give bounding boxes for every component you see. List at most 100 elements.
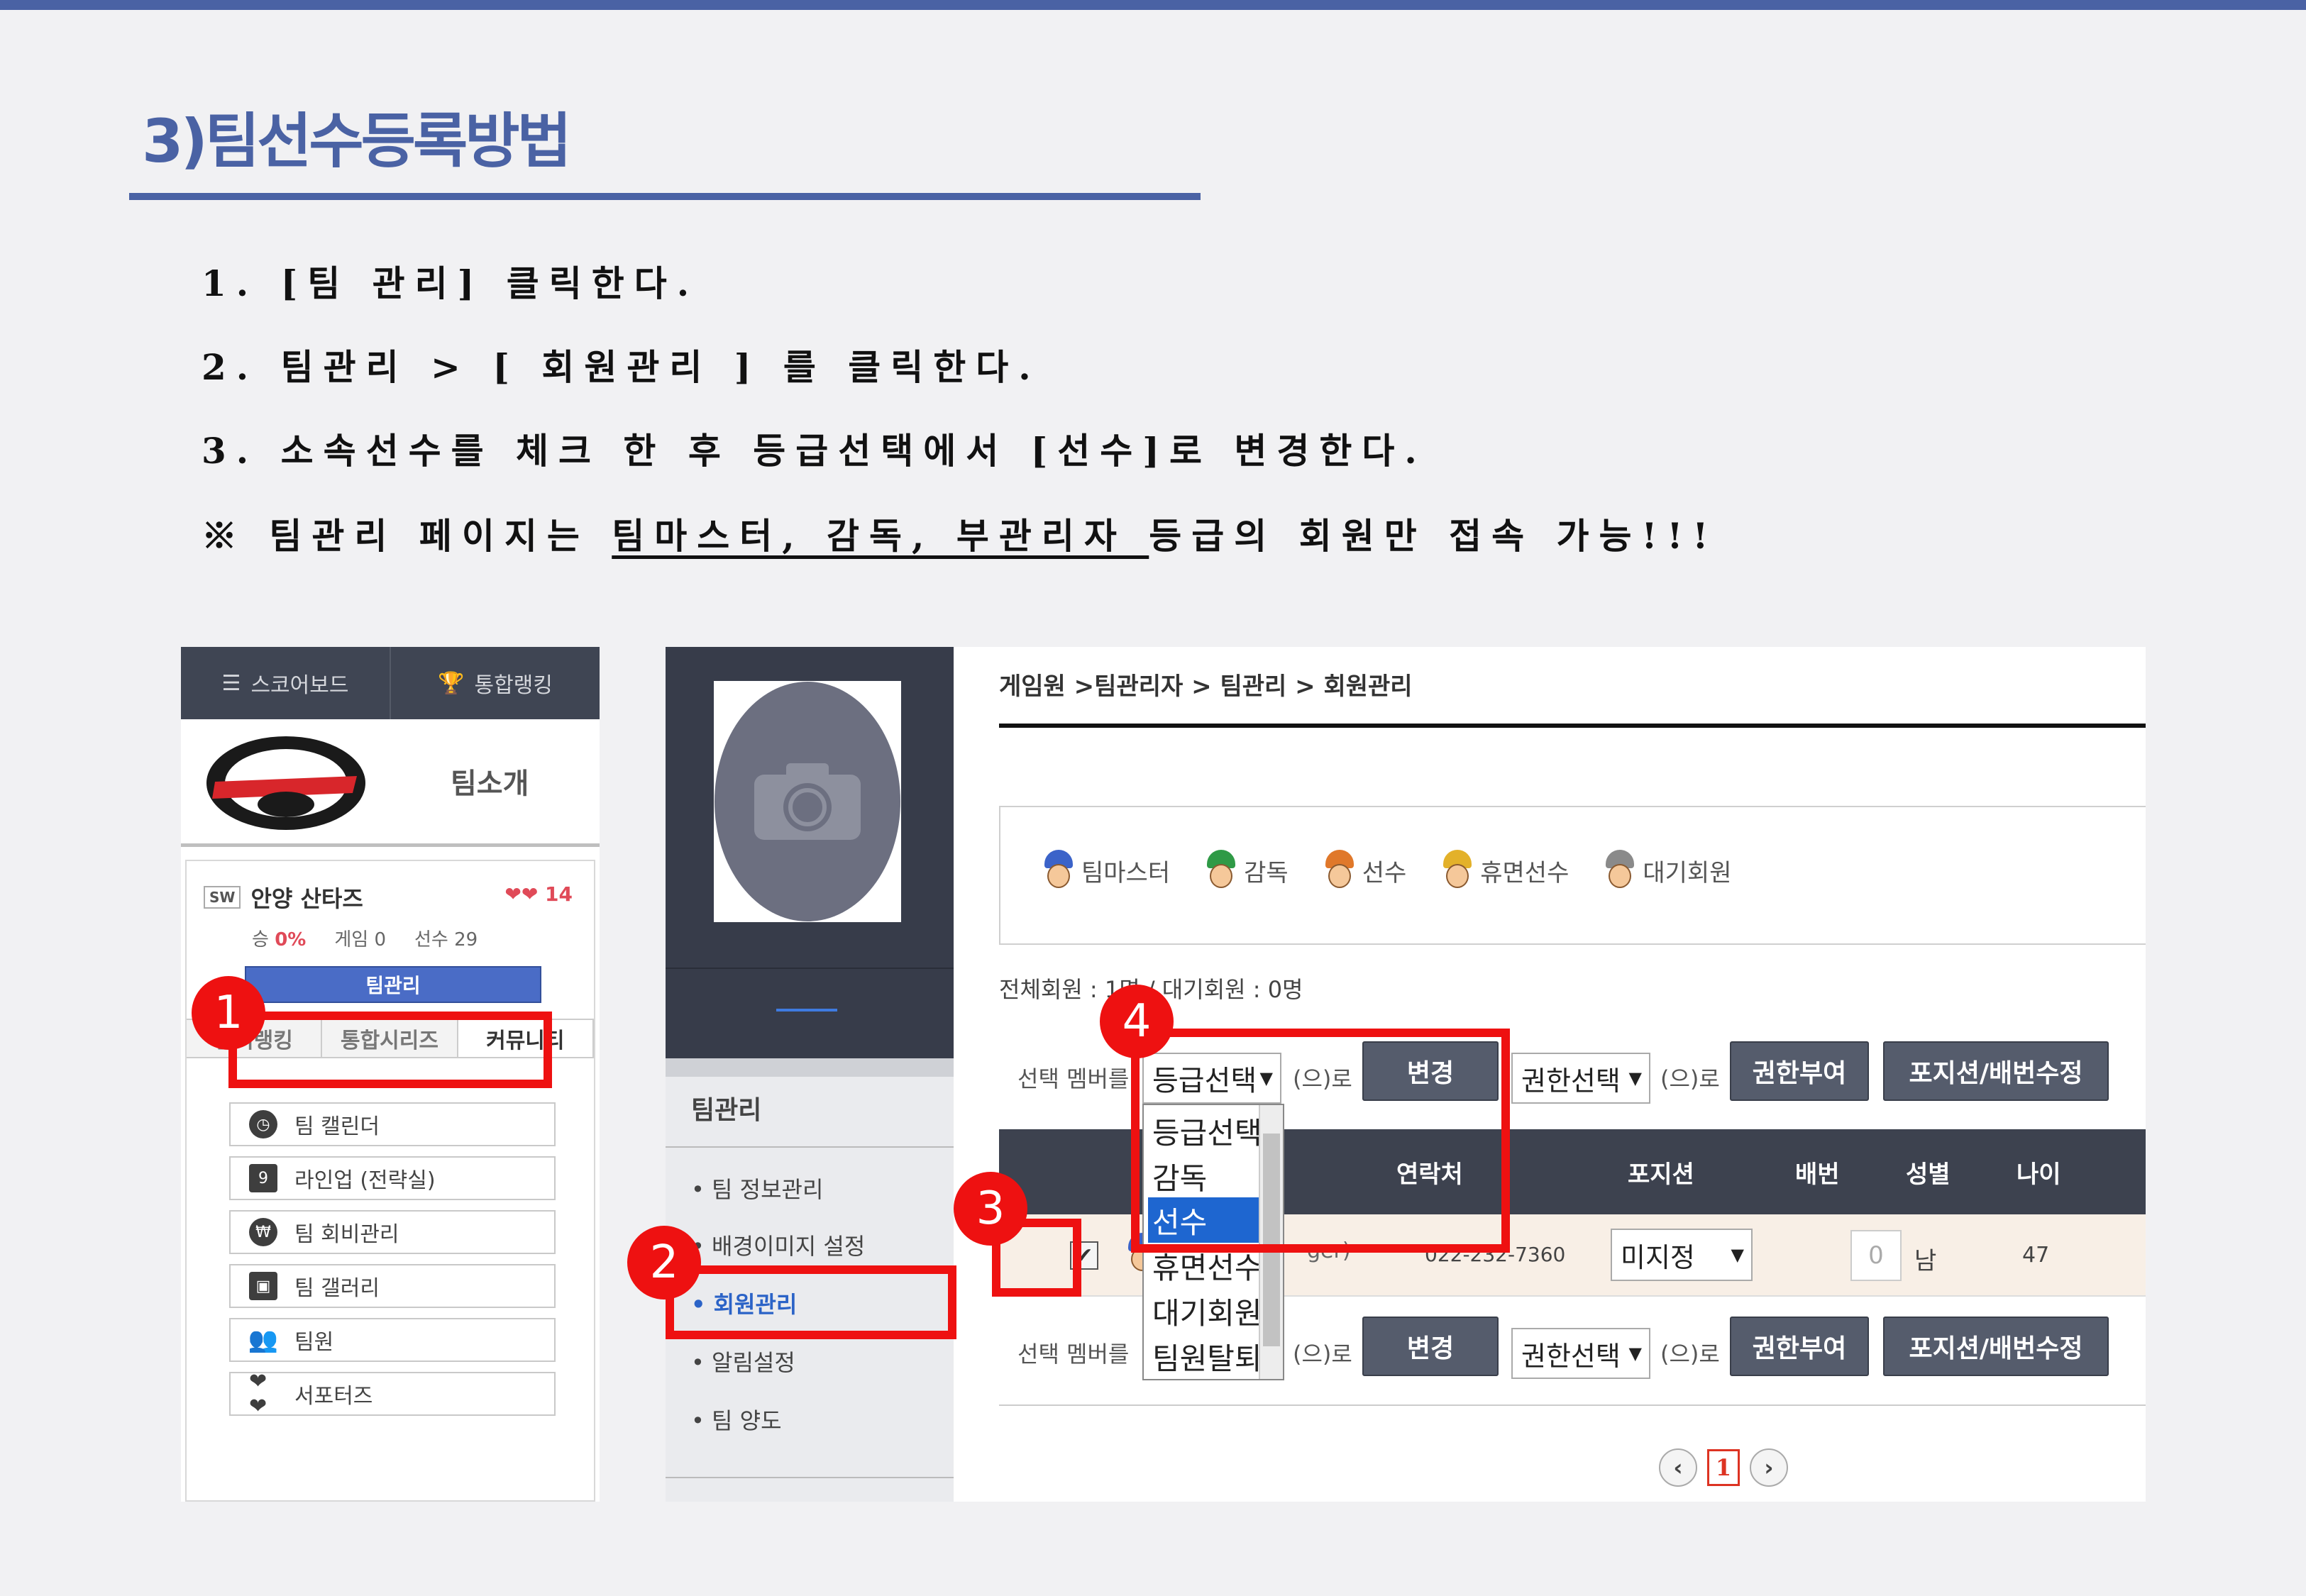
grade-player-label: 선수	[1362, 858, 1407, 887]
page-title: 3)팀선수등록방법	[142, 106, 572, 176]
player-avatar-icon	[1324, 850, 1355, 891]
prev-page-icon[interactable]: ‹	[1659, 1448, 1697, 1487]
highlight-team-manage	[228, 1012, 552, 1088]
tab-scoreboard-label: 스코어보드	[250, 673, 349, 698]
menu-team-fees-label: 팀 회비관리	[294, 1222, 399, 1247]
team-name-row: SW 안양 산타즈	[204, 881, 363, 914]
step-marker-1: 1	[192, 976, 265, 1050]
suffix-label-bottom-2: (으)로	[1660, 1341, 1720, 1368]
menu-lineup-label: 라인업 (전략실)	[294, 1168, 436, 1193]
jersey-number-input[interactable]: 0	[1850, 1230, 1902, 1281]
dropdown-option-withdraw[interactable]: 팀원탈퇴	[1148, 1334, 1262, 1379]
header-number: 배번	[1795, 1160, 1840, 1189]
team-photo[interactable]	[714, 681, 901, 922]
select-member-label-bottom: 선택 멤버를	[1017, 1341, 1130, 1368]
sidebar-item-notification[interactable]: • 알림설정	[691, 1345, 795, 1378]
piggy-bank-icon: ₩	[249, 1218, 277, 1246]
suffix-label-bottom: (으)로	[1293, 1341, 1352, 1368]
permission-select-value: 권한선택	[1521, 1065, 1621, 1097]
breadcrumb: 게임원 >팀관리자 > 팀관리 > 회원관리	[999, 672, 1413, 701]
waiting-avatar-icon	[1604, 850, 1635, 891]
sidebar-section-title: 팀관리	[691, 1096, 762, 1125]
menu-team-fees[interactable]: ₩ 팀 회비관리	[229, 1210, 556, 1254]
header-gender: 성별	[1906, 1160, 1951, 1189]
dropdown-option-waiting[interactable]: 대기회원	[1148, 1288, 1262, 1334]
dropdown-arrow-icon: ▼	[1731, 1245, 1744, 1265]
change-button-bottom[interactable]: 변경	[1362, 1317, 1499, 1376]
note-underlined: 팀마스터, 감독, 부관리자	[612, 515, 1149, 557]
sidebar-item-background-image-label: 배경이미지 설정	[712, 1233, 866, 1260]
dropdown-arrow-icon: ▼	[1628, 1068, 1642, 1088]
table-bottom-rule	[999, 1404, 2146, 1406]
menu-supporters[interactable]: ❤❤ 서포터즈	[229, 1369, 556, 1419]
grant-permission-button[interactable]: 권한부여	[1730, 1041, 1869, 1101]
next-page-icon[interactable]: ›	[1750, 1448, 1788, 1487]
instruction-step-1: 1. [팀 관리] 클릭한다.	[202, 262, 700, 304]
suffix-label-2: (으)로	[1660, 1065, 1720, 1092]
grade-team-master: 팀마스터	[1043, 850, 1170, 891]
manager-avatar-icon	[1206, 850, 1237, 891]
grade-dormant-label: 휴면선수	[1480, 858, 1569, 887]
team-manage-button[interactable]: 팀관리	[245, 966, 541, 1003]
position-number-edit-button[interactable]: 포지션/배번수정	[1883, 1041, 2109, 1101]
menu-team-members-label: 팀원	[294, 1330, 334, 1355]
menu-team-calendar-label: 팀 캘린더	[294, 1114, 380, 1139]
heart-count-value: 14	[545, 882, 573, 906]
tab-scoreboard[interactable]: ☰ 스코어보드	[181, 647, 391, 719]
title-underline	[129, 193, 1201, 200]
clock-icon: ◷	[249, 1110, 277, 1138]
menu-lineup[interactable]: 9 라인업 (전략실)	[229, 1156, 556, 1200]
people-icon: 👥	[248, 1326, 279, 1354]
tab-ranking[interactable]: 🏆 통합랭킹	[391, 647, 600, 719]
players-count: 선수 29	[414, 929, 478, 951]
games-count: 게임 0	[334, 929, 386, 951]
list-icon: ☰	[221, 670, 241, 696]
position-select[interactable]: 미지정 ▼	[1611, 1229, 1753, 1281]
page-number[interactable]: 1	[1707, 1449, 1740, 1486]
sidebar-item-team-transfer-label: 팀 양도	[712, 1407, 782, 1434]
sidebar-bottom-rule	[666, 1477, 954, 1478]
position-number-edit-button-bottom[interactable]: 포지션/배번수정	[1883, 1317, 2109, 1376]
grade-player: 선수	[1324, 850, 1407, 891]
position-select-value: 미지정	[1621, 1241, 1695, 1273]
pagination: ‹ 1 ›	[1659, 1448, 1788, 1487]
permission-select-bottom[interactable]: 권한선택 ▼	[1511, 1328, 1650, 1379]
instruction-step-3: 3. 소속선수를 체크 한 후 등급선택에서 [선수]로 변경한다.	[202, 430, 1427, 472]
select-member-label: 선택 멤버를	[1017, 1065, 1130, 1092]
hearts-icon: ❤❤	[504, 882, 539, 906]
sidebar-link-underline[interactable]	[776, 1009, 837, 1012]
note-suffix: 등급의 회원만 접속 가능!!!	[1149, 515, 1719, 557]
win-rate-label: 승	[252, 929, 269, 951]
sidebar-divider	[666, 968, 954, 969]
sidebar-item-background-image[interactable]: • 배경이미지 설정	[691, 1229, 865, 1261]
menu-team-gallery[interactable]: ▣ 팀 갤러리	[229, 1264, 556, 1308]
step-marker-2: 2	[627, 1226, 701, 1299]
team-info-box: SW 안양 산타즈 ❤❤ 14 승 0% 게임 0 선수 29 팀관리 참여랭킹…	[185, 860, 595, 1502]
menu-team-calendar[interactable]: ◷ 팀 캘린더	[229, 1102, 556, 1146]
dropdown-arrow-icon: ▼	[1628, 1343, 1642, 1363]
sidebar-item-team-info[interactable]: • 팀 정보관리	[691, 1172, 823, 1204]
step-marker-4: 4	[1100, 985, 1174, 1058]
team-logo-row: 팀소개	[181, 719, 600, 847]
team-master-avatar-icon	[1043, 850, 1074, 891]
grant-permission-button-bottom[interactable]: 권한부여	[1730, 1317, 1869, 1376]
grade-manager-label: 감독	[1244, 858, 1289, 887]
step-marker-3: 3	[954, 1172, 1027, 1246]
sidebar-item-team-info-label: 팀 정보관리	[712, 1176, 824, 1203]
sidebar-section-rule	[666, 1146, 954, 1148]
menu-team-members[interactable]: 👥 팀원	[229, 1318, 556, 1362]
hearts-icon: ❤❤	[249, 1369, 267, 1419]
grade-legend-items: 팀마스터 감독 선수 휴면선수 대기회원	[1043, 850, 1732, 891]
win-rate-value: 0%	[275, 929, 307, 951]
highlight-member-manage	[666, 1265, 956, 1339]
team-intro-label[interactable]: 팀소개	[451, 760, 529, 802]
top-accent-bar	[0, 0, 2306, 10]
camera-icon	[754, 763, 861, 840]
sw-badge: SW	[204, 886, 241, 909]
menu-supporters-label: 서포터즈	[294, 1384, 373, 1409]
photo-placeholder	[715, 682, 900, 921]
team-logo	[206, 736, 365, 830]
permission-select[interactable]: 권한선택 ▼	[1511, 1053, 1650, 1104]
breadcrumb-rule	[999, 724, 2146, 728]
sidebar-item-team-transfer[interactable]: • 팀 양도	[691, 1403, 782, 1436]
